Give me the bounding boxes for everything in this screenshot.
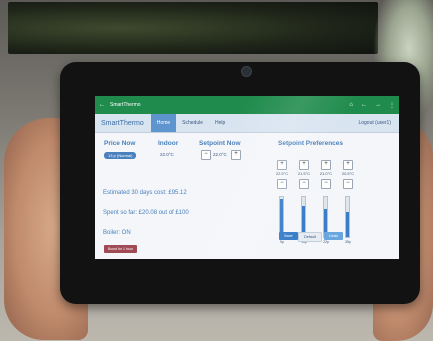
brand-logo[interactable]: SmartThermo xyxy=(95,120,151,127)
preference-increase-button[interactable]: + xyxy=(343,160,353,170)
preference-decrease-button[interactable]: − xyxy=(321,179,331,189)
preference-increase-button[interactable]: + xyxy=(299,160,309,170)
forward-icon[interactable]: → xyxy=(375,102,381,108)
photo-background: ← SmartThermo ⌂ ← → ⋮ SmartThermo Home S… xyxy=(0,0,433,341)
preference-decrease-button[interactable]: − xyxy=(299,179,309,189)
preference-slider[interactable] xyxy=(345,196,350,238)
logout-link[interactable]: Logout (user1) xyxy=(358,120,399,126)
price-heading: Price Now xyxy=(104,140,136,147)
setpoint-increase-button[interactable]: + xyxy=(231,150,241,160)
preference-increase-button[interactable]: + xyxy=(277,160,287,170)
boiler-status-text: Boiler: ON xyxy=(103,230,131,236)
home-icon[interactable]: ⌂ xyxy=(349,102,353,108)
save-button[interactable]: Save xyxy=(279,232,298,240)
preference-value: 20.5°C xyxy=(341,171,355,176)
overflow-menu-icon[interactable]: ⋮ xyxy=(389,102,395,109)
preferences-heading: Setpoint Preferences xyxy=(278,140,344,147)
preference-decrease-button[interactable]: − xyxy=(277,179,287,189)
tab-schedule[interactable]: Schedule xyxy=(176,114,209,132)
tab-home[interactable]: Home xyxy=(150,114,177,132)
app-title: SmartThermo xyxy=(110,102,141,108)
app-action-bar: ← SmartThermo ⌂ ← → ⋮ xyxy=(95,96,399,114)
preference-value: 21.5°C xyxy=(297,171,311,176)
preference-value: 21.0°C xyxy=(319,171,333,176)
preference-price-label: 9p xyxy=(280,240,284,244)
preference-value: 22.5°C xyxy=(275,171,289,176)
front-camera xyxy=(241,66,252,77)
price-badge: 13 p (Normal) xyxy=(104,152,137,159)
main-content: Price Now 13 p (Normal) Indoor 22.0°C Se… xyxy=(95,133,399,259)
preference-price-label: 35p xyxy=(345,240,351,244)
previous-icon[interactable]: ← xyxy=(361,102,367,108)
default-button[interactable]: Default xyxy=(298,232,323,242)
setpoint-decrease-button[interactable]: − xyxy=(201,150,211,160)
tablet-screen: ← SmartThermo ⌂ ← → ⋮ SmartThermo Home S… xyxy=(95,96,399,259)
indoor-heading: Indoor xyxy=(158,140,179,147)
boost-button[interactable]: Boost for 1 hour xyxy=(104,245,137,253)
preference-increase-button[interactable]: + xyxy=(321,160,331,170)
tab-help[interactable]: Help xyxy=(209,114,231,132)
undo-button[interactable]: Undo xyxy=(324,232,344,240)
spent-so-far-text: Spent so far: £20.08 out of £100 xyxy=(103,210,189,216)
indoor-value: 22.0°C xyxy=(160,152,174,157)
site-navbar: SmartThermo Home Schedule Help Logout (u… xyxy=(95,114,399,133)
wall-painting xyxy=(8,2,378,54)
preference-decrease-button[interactable]: − xyxy=(343,179,353,189)
setpoint-value: 22.0°C xyxy=(213,152,227,157)
setpoint-heading: Setpoint Now xyxy=(199,140,241,147)
back-arrow-icon[interactable]: ← xyxy=(99,102,105,108)
preference-slider-fill xyxy=(346,212,349,237)
estimated-cost-text: Estimated 30 days cost: £95.12 xyxy=(103,190,187,196)
